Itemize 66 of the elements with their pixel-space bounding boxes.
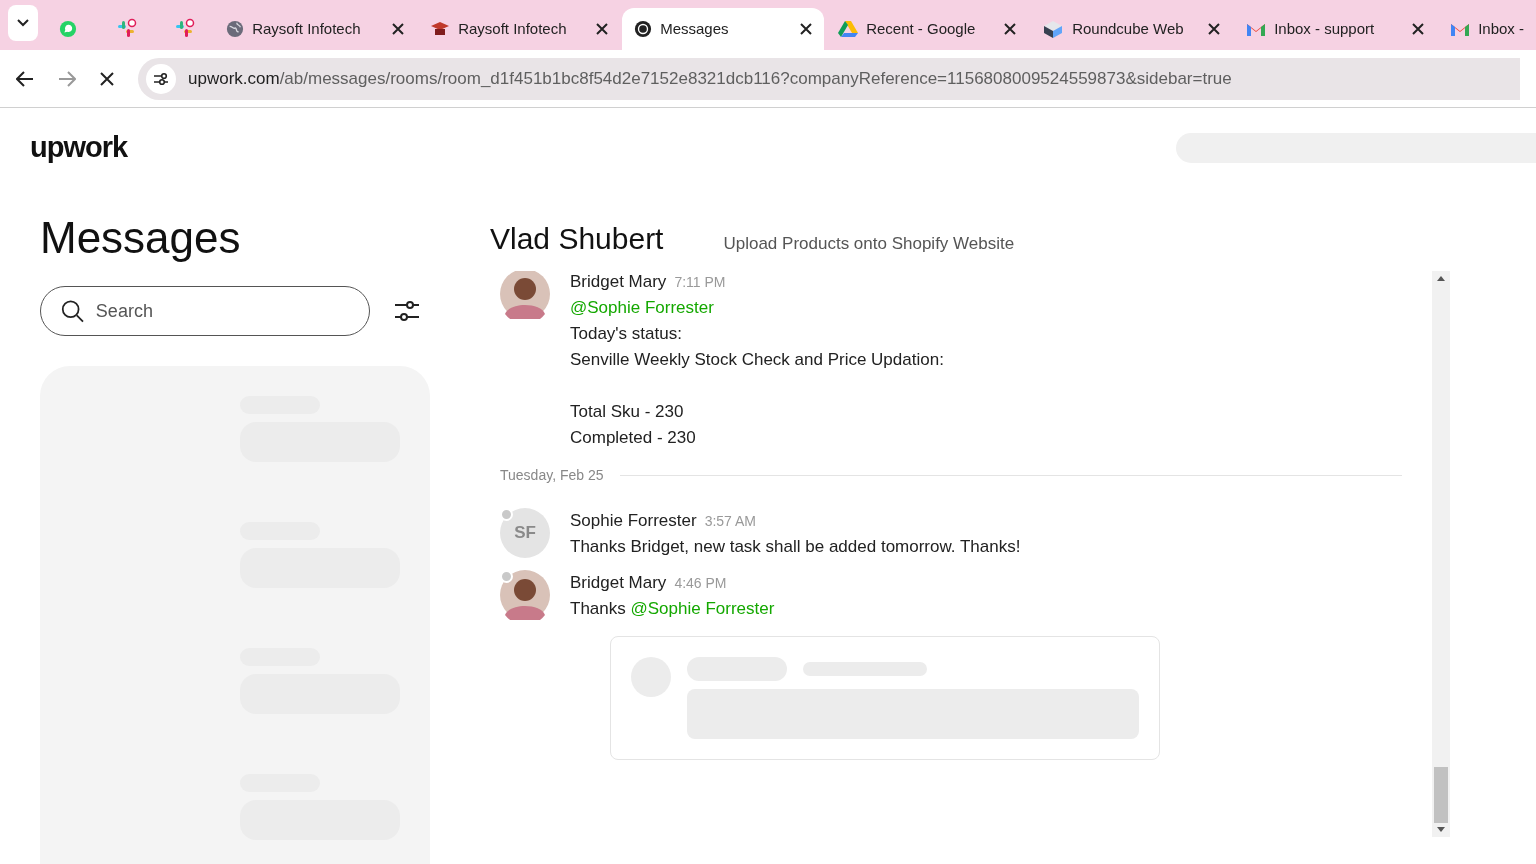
- back-icon[interactable]: [16, 70, 34, 87]
- logo[interactable]: upwork: [30, 126, 128, 170]
- close-icon[interactable]: [800, 23, 813, 35]
- avatar-icon: [500, 570, 550, 620]
- logo-icon: [634, 20, 653, 38]
- scroll-up-icon[interactable]: [1437, 275, 1445, 281]
- stop-icon[interactable]: [100, 71, 114, 86]
- close-icon[interactable]: [1004, 23, 1017, 35]
- close-icon[interactable]: [1208, 23, 1221, 35]
- cube-icon: [1042, 19, 1065, 39]
- site-settings-icon[interactable]: [146, 63, 176, 94]
- filter-icon[interactable]: [394, 298, 420, 324]
- search-icon: [61, 298, 84, 324]
- browser-tab[interactable]: Raysoft Infotech: [418, 8, 621, 50]
- message-text: Completed - 230: [570, 427, 697, 449]
- tab-title: Messages: [660, 18, 730, 39]
- forward-icon[interactable]: [58, 70, 76, 87]
- close-icon[interactable]: [1412, 23, 1425, 35]
- message-text: @Sophie Forrester: [570, 297, 715, 319]
- message-text: Today's status:: [570, 323, 683, 345]
- envelope-logo-icon: [1450, 21, 1471, 37]
- author-name: Bridget Mary: [570, 572, 667, 594]
- tab-title: Roundcube Web: [1072, 18, 1185, 39]
- close-icon[interactable]: [392, 23, 405, 35]
- job-title: Upload Products onto Shopify Website: [723, 233, 1015, 255]
- grid-logo-icon: [173, 18, 196, 40]
- scroll-down-icon[interactable]: [1437, 827, 1445, 833]
- browser-tab[interactable]: Messages: [622, 8, 825, 50]
- page-title: Messages: [40, 212, 242, 264]
- contact-name: Vlad Shubert: [490, 221, 664, 257]
- tab-title: Inbox - support: [1274, 18, 1376, 39]
- message-text: Total Sku - 230: [570, 401, 685, 423]
- browser-tab[interactable]: Inbox - support: [1234, 8, 1437, 50]
- scrollbar-thumb[interactable]: [1434, 767, 1448, 823]
- message-text: Thanks @Sophie Forrester: [570, 598, 775, 620]
- browser-tab[interactable]: Roundcube Web: [1030, 8, 1233, 50]
- message-time: 7:11 PM: [674, 273, 726, 292]
- date-divider: Tuesday, Feb 25: [500, 466, 604, 485]
- browser-tab[interactable]: Recent - Google: [826, 8, 1029, 50]
- address-bar[interactable]: upwork.com/ab/messages/rooms/room_d1f451b1bc8f54d2e7152e8321dcb116?companyReference=1156808009524559873&sidebar=true: [138, 57, 1520, 100]
- scrollbar[interactable]: [1432, 271, 1450, 837]
- tab-search-button[interactable]: [8, 5, 39, 41]
- chat-bubble-icon: [59, 20, 78, 38]
- message-text: Thanks Bridget, new task shall be added tomorrow. Thanks!: [570, 536, 1021, 558]
- tab-title: Inbox -: [1478, 18, 1524, 39]
- message-time: 4:46 PM: [674, 574, 727, 593]
- grid-logo-icon: [115, 18, 138, 40]
- tab-title: Raysoft Infotech: [252, 18, 362, 39]
- search-field[interactable]: Search: [95, 297, 349, 325]
- author-name: Sophie Forrester: [570, 510, 697, 532]
- triangle-logo-icon: [838, 20, 859, 38]
- message-text: Senville Weekly Stock Check and Price Updation:: [570, 349, 944, 371]
- globe-icon: [226, 20, 245, 38]
- tab-title: Recent - Google: [866, 18, 977, 39]
- message-time: 3:57 AM: [704, 512, 756, 531]
- envelope-logo-icon: [1246, 21, 1267, 37]
- search-box[interactable]: Search: [40, 286, 370, 336]
- tab-title: Raysoft Infotech: [458, 18, 568, 39]
- browser-tab[interactable]: Raysoft Infotech: [214, 8, 417, 50]
- avatar-icon: [500, 271, 550, 319]
- close-icon[interactable]: [596, 23, 609, 35]
- chevron-down-icon: [17, 19, 30, 27]
- browser-tab[interactable]: Inbox -: [1438, 8, 1536, 50]
- url-text: upwork.com/ab/messages/rooms/room_d1f451b1bc8f54d2e7152e8321dcb116?companyReference=1156808009524559873&sidebar=true: [188, 67, 1232, 90]
- avatar-initials: SF: [500, 508, 550, 558]
- author-name: Bridget Mary: [570, 271, 667, 293]
